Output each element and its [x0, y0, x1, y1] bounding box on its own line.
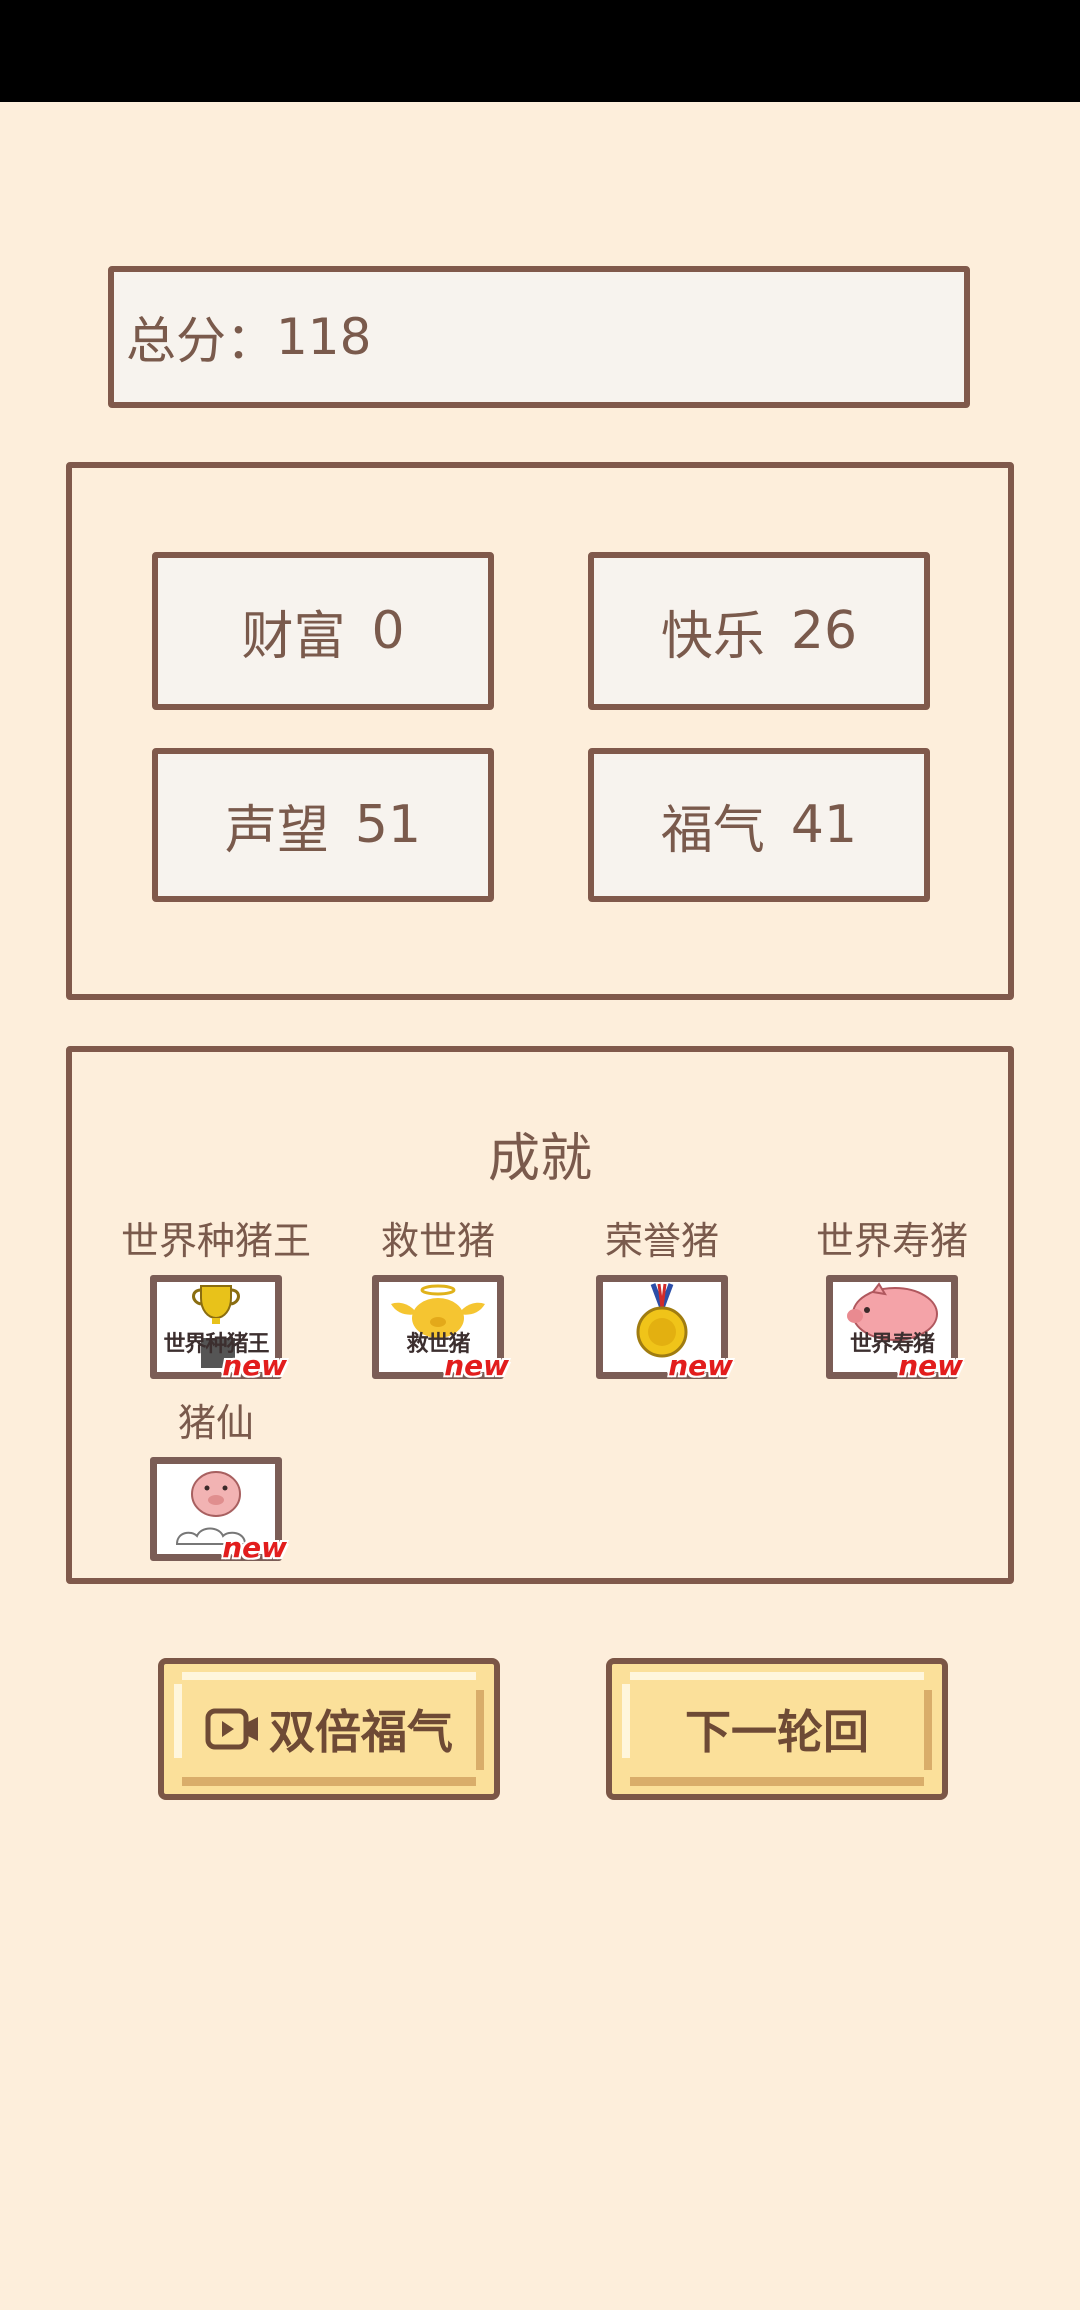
- new-tag: new: [898, 1349, 963, 1382]
- new-tag: new: [668, 1349, 733, 1382]
- stat-wealth: 财富 0: [152, 552, 494, 710]
- achievement-item[interactable]: 救世猪 救世猪 new: [338, 1210, 538, 1382]
- total-score-box: 总分： 118: [108, 266, 970, 408]
- achievement-name: 荣誉猪: [604, 1219, 719, 1263]
- stat-reputation-value: 51: [354, 795, 422, 855]
- next-cycle-label: 下一轮回: [685, 1705, 869, 1759]
- video-icon: [205, 1708, 258, 1750]
- stat-fortune-value: 41: [790, 795, 858, 855]
- achievement-item[interactable]: 猪仙 new: [116, 1392, 316, 1564]
- achievement-item[interactable]: 荣誉猪 new: [562, 1210, 762, 1382]
- achievement-badge: 世界种猪王 new: [150, 1275, 287, 1382]
- achievement-badge: 世界寿猪 new: [826, 1275, 963, 1382]
- stat-happiness-value: 26: [790, 601, 858, 661]
- stat-happiness: 快乐 26: [588, 552, 930, 710]
- new-tag: new: [222, 1349, 287, 1382]
- stat-wealth-label: 财富: [241, 606, 346, 667]
- achievement-name: 猪仙: [177, 1401, 254, 1445]
- new-tag: new: [444, 1349, 509, 1382]
- achievement-item[interactable]: 世界寿猪 世界寿猪 new: [792, 1210, 992, 1382]
- achievement-badge: new: [596, 1275, 733, 1382]
- stat-happiness-label: 快乐: [660, 606, 765, 667]
- stat-reputation-label: 声望: [224, 800, 329, 861]
- stat-reputation: 声望 51: [152, 748, 494, 902]
- next-cycle-button[interactable]: 下一轮回: [606, 1658, 948, 1800]
- double-fortune-label: 双倍福气: [269, 1705, 453, 1759]
- achievements-panel: 成就 世界种猪王 世界种猪王 new 救世猪 救世猪 new 荣誉猪 new 世…: [66, 1046, 1014, 1584]
- achievements-title: 成就: [487, 1129, 592, 1189]
- total-score-label: 总分：: [126, 312, 276, 370]
- achievement-name: 世界种猪王: [120, 1219, 311, 1263]
- double-fortune-button[interactable]: 双倍福气: [158, 1658, 500, 1800]
- total-score-value: 118: [276, 308, 372, 366]
- achievement-name: 世界寿猪: [815, 1219, 968, 1263]
- stats-panel: 财富 0 快乐 26 声望 51 福气 41: [66, 462, 1014, 1000]
- stat-fortune: 福气 41: [588, 748, 930, 902]
- achievement-item[interactable]: 世界种猪王 世界种猪王 new: [116, 1210, 316, 1382]
- achievement-badge: new: [150, 1457, 287, 1564]
- achievement-name: 救世猪: [380, 1219, 495, 1263]
- status-bar: [0, 0, 1080, 102]
- stat-fortune-label: 福气: [660, 800, 765, 861]
- stat-wealth-value: 0: [371, 601, 405, 661]
- new-tag: new: [222, 1531, 287, 1564]
- achievement-badge: 救世猪 new: [372, 1275, 509, 1382]
